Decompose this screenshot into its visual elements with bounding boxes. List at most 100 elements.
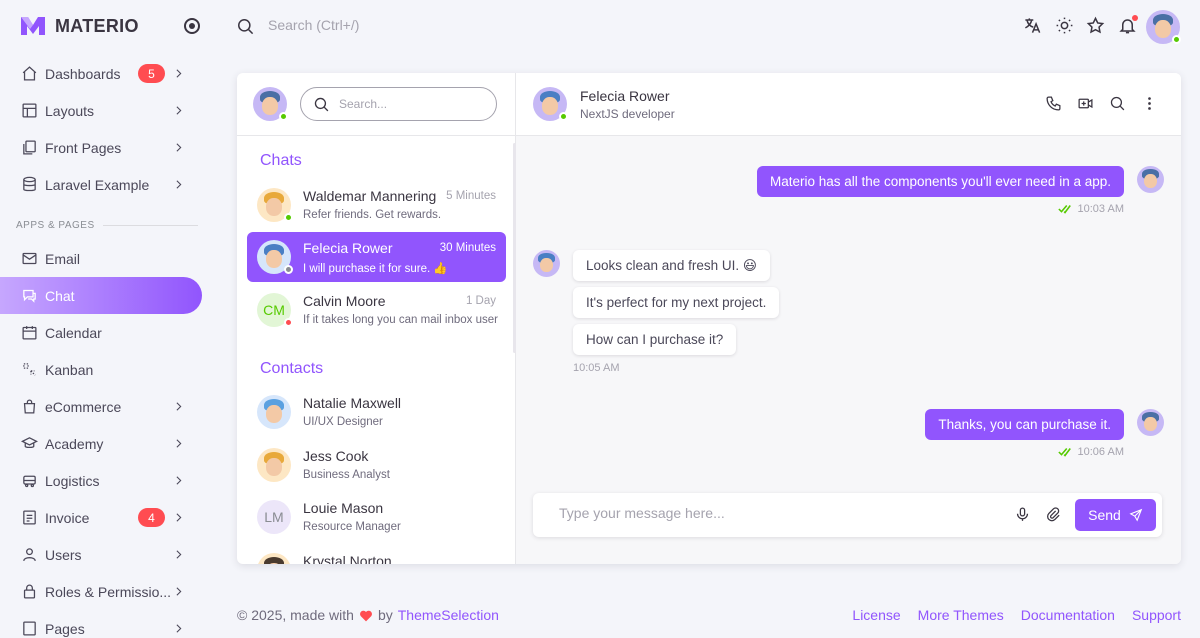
- chat-name: Felecia Rower: [303, 240, 393, 256]
- contact-name: Natalie Maxwell: [303, 395, 402, 411]
- phone-icon[interactable]: [1045, 95, 1063, 113]
- avatar: [257, 395, 291, 429]
- sidebar-item-logistics[interactable]: Logistics: [0, 462, 202, 499]
- footer-link-documentation[interactable]: Documentation: [1021, 607, 1115, 623]
- chevron-right-icon: [172, 437, 186, 451]
- chat-search-input[interactable]: [339, 97, 479, 111]
- contact-avatar[interactable]: [533, 87, 568, 121]
- cart-icon: [20, 398, 38, 416]
- sidebar-item-email[interactable]: Email: [0, 240, 202, 277]
- sidebar-item-label: Pages: [45, 620, 85, 637]
- contact-item-jess-cook[interactable]: Jess Cook Business Analyst: [247, 440, 506, 490]
- chat-item-calvin-moore[interactable]: CM Calvin Moore 1 Day If it takes long y…: [247, 285, 506, 335]
- send-button-label: Send: [1088, 507, 1121, 523]
- message-outgoing: Materio has all the components you'll ev…: [756, 166, 1124, 197]
- chat-preview: I will purchase it for sure. 👍: [303, 263, 448, 275]
- by-text: by: [377, 607, 393, 623]
- themeselection-link[interactable]: ThemeSelection: [398, 607, 499, 623]
- chevron-right-icon: [172, 104, 186, 118]
- chevron-right-icon: [172, 178, 186, 192]
- chevron-right-icon: [172, 141, 186, 155]
- kanban-icon: [20, 361, 38, 379]
- sidebar-item-roles-permissions[interactable]: Roles & Permissio...: [0, 573, 202, 610]
- sidebar-item-academy[interactable]: Academy: [0, 425, 202, 462]
- chat-time: 1 Day: [465, 295, 496, 307]
- contact-name: Krystal Norton: [303, 553, 392, 564]
- contact-name: Jess Cook: [303, 448, 369, 464]
- chat-item-felecia-rower[interactable]: Felecia Rower 30 Minutes I will purchase…: [247, 232, 506, 282]
- microphone-icon[interactable]: [1014, 506, 1032, 524]
- user-icon: [20, 546, 38, 564]
- footer-link-support[interactable]: Support: [1132, 607, 1181, 623]
- more-vertical-icon[interactable]: [1141, 95, 1159, 113]
- search-icon[interactable]: [236, 17, 255, 36]
- sidebar-item-ecommerce[interactable]: eCommerce: [0, 388, 202, 425]
- avatar: LM: [257, 500, 291, 534]
- mail-icon: [20, 250, 38, 268]
- message-time: 10:05 AM: [573, 362, 620, 374]
- my-avatar[interactable]: [253, 87, 288, 121]
- chevron-right-icon: [172, 511, 186, 525]
- chat-sidebar-header: [237, 73, 516, 136]
- chat-card: Chats Waldemar Mannering 5 Minutes Refer…: [237, 73, 1181, 564]
- search-icon[interactable]: [1109, 95, 1127, 113]
- truck-icon: [20, 472, 38, 490]
- contact-role: UI/UX Designer: [303, 416, 383, 428]
- contact-item-krystal-norton[interactable]: Krystal Norton: [247, 545, 506, 564]
- sidebar-item-users[interactable]: Users: [0, 536, 202, 573]
- sidebar-nav: Dashboards 5 Layouts Front Pages Laravel…: [0, 55, 216, 638]
- home-icon: [20, 65, 38, 83]
- global-search-input[interactable]: Search (Ctrl+/): [268, 17, 359, 33]
- footer-link-license[interactable]: License: [852, 607, 900, 623]
- sidebar-item-kanban[interactable]: Kanban: [0, 351, 202, 388]
- chat-preview: Refer friends. Get rewards.: [303, 209, 442, 221]
- layout-icon: [20, 102, 38, 120]
- sidebar-item-label: Invoice: [45, 509, 90, 526]
- contact-item-louie-mason[interactable]: LM Louie Mason Resource Manager: [247, 492, 506, 542]
- sidebar-item-label: Chat: [45, 287, 75, 304]
- sidebar-item-calendar[interactable]: Calendar: [0, 314, 202, 351]
- sidebar-toggle-icon[interactable]: [184, 18, 200, 34]
- sidebar-item-pages[interactable]: Pages: [0, 610, 202, 638]
- send-button[interactable]: Send: [1075, 499, 1156, 531]
- footer-links: License More Themes Documentation Suppor…: [852, 607, 1181, 623]
- user-avatar[interactable]: [1146, 10, 1181, 44]
- paperclip-icon[interactable]: [1045, 506, 1063, 524]
- chat-icon: [20, 287, 38, 305]
- bell-icon[interactable]: [1118, 15, 1138, 36]
- contacts-heading: Contacts: [260, 360, 324, 377]
- sun-icon[interactable]: [1055, 16, 1075, 36]
- brand[interactable]: MATERIO: [20, 14, 139, 38]
- my-message-avatar: [1137, 409, 1164, 436]
- sidebar-item-invoice[interactable]: Invoice 4: [0, 499, 202, 536]
- chat-item-waldemar-mannering[interactable]: Waldemar Mannering 5 Minutes Refer frien…: [247, 180, 506, 230]
- send-icon: [1129, 508, 1143, 522]
- sidebar-item-layouts[interactable]: Layouts: [0, 92, 202, 129]
- message-outgoing: Thanks, you can purchase it.: [925, 409, 1124, 440]
- chat-name: Calvin Moore: [303, 293, 386, 309]
- materio-logo-icon: [21, 17, 45, 35]
- contact-name: Louie Mason: [303, 500, 384, 516]
- chat-search-box[interactable]: [300, 87, 497, 121]
- sidebar-item-front-pages[interactable]: Front Pages: [0, 129, 202, 166]
- star-icon[interactable]: [1086, 16, 1106, 36]
- contact-name: Felecia Rower: [580, 88, 670, 104]
- sidebar-item-label: Laravel Example: [45, 176, 150, 193]
- sidebar-item-label: Layouts: [45, 102, 95, 119]
- message-meta: 10:03 AM: [1057, 203, 1124, 215]
- translate-icon[interactable]: [1023, 16, 1043, 36]
- footer-link-more-themes[interactable]: More Themes: [918, 607, 1004, 623]
- sidebar-item-chat[interactable]: Chat: [0, 277, 202, 314]
- sidebar-item-laravel-example[interactable]: Laravel Example: [0, 166, 202, 203]
- video-icon[interactable]: [1077, 95, 1095, 113]
- chevron-right-icon: [172, 474, 186, 488]
- message-time: 10:03 AM: [1077, 203, 1124, 215]
- contact-item-natalie-maxwell[interactable]: Natalie Maxwell UI/UX Designer: [247, 387, 506, 437]
- message-input[interactable]: [559, 505, 959, 521]
- sidebar-item-dashboards[interactable]: Dashboards 5: [0, 55, 202, 92]
- search-icon: [314, 97, 329, 111]
- section-header-apps-pages: APPS & PAGES: [0, 210, 216, 240]
- message-incoming: How can I purchase it?: [573, 324, 737, 355]
- lock-icon: [20, 583, 38, 601]
- sidebar-item-label: Academy: [45, 435, 104, 452]
